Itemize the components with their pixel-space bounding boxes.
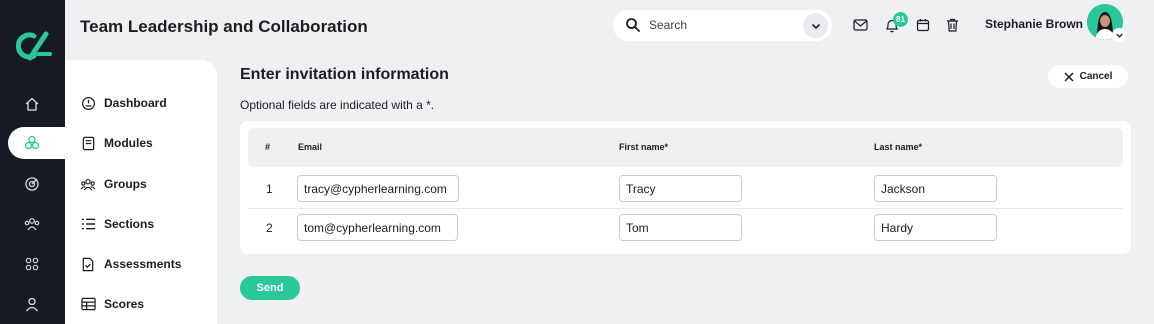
- cancel-button[interactable]: Cancel: [1048, 65, 1128, 88]
- profile-icon[interactable]: [20, 292, 44, 316]
- subnav-item-sections[interactable]: Sections: [80, 214, 154, 234]
- subnav-item-scores[interactable]: Scores: [80, 294, 144, 314]
- column-header-first-name: First name*: [619, 142, 669, 152]
- list-icon: [80, 216, 96, 232]
- search-icon: [625, 17, 641, 38]
- people-icon[interactable]: [20, 212, 44, 236]
- row-divider: [248, 208, 1123, 209]
- learning-icon[interactable]: [20, 131, 44, 155]
- home-icon[interactable]: [20, 92, 44, 116]
- left-rail: [0, 0, 65, 324]
- row-number: 2: [266, 221, 273, 235]
- mail-icon[interactable]: [852, 17, 868, 33]
- last-name-field[interactable]: [874, 214, 997, 241]
- email-field[interactable]: [297, 175, 459, 202]
- subnav-item-assessments[interactable]: Assessments: [80, 254, 181, 274]
- page-title: Team Leadership and Collaboration: [80, 17, 368, 36]
- dashboard-icon: [80, 95, 96, 111]
- chevron-down-icon: [1115, 33, 1123, 38]
- calendar-icon[interactable]: [915, 17, 931, 33]
- row-number: 1: [266, 182, 273, 196]
- close-icon: [1064, 71, 1074, 82]
- subnav-item-modules[interactable]: Modules: [80, 133, 153, 153]
- search-input[interactable]: Search: [649, 18, 687, 32]
- subnav-item-dashboard[interactable]: Dashboard: [80, 93, 167, 113]
- book-icon: [80, 135, 96, 151]
- last-name-field[interactable]: [874, 175, 997, 202]
- email-field[interactable]: [297, 214, 458, 241]
- notification-badge: 81: [893, 12, 908, 27]
- table-header: # Email First name* Last name*: [248, 128, 1123, 167]
- form-title: Enter invitation information: [240, 66, 449, 83]
- avatar-menu-chevron[interactable]: [1112, 28, 1126, 42]
- first-name-field[interactable]: [619, 214, 742, 241]
- subnav-item-groups[interactable]: Groups: [80, 174, 147, 194]
- column-header-last-name: Last name*: [874, 142, 923, 152]
- column-header-number: #: [265, 142, 271, 152]
- course-subnav: Dashboard Modules Groups Sections Assess…: [65, 60, 217, 324]
- target-icon[interactable]: [20, 172, 44, 196]
- brand-logo[interactable]: [12, 30, 52, 62]
- search-scope-dropdown[interactable]: [803, 13, 828, 38]
- column-header-email: Email: [298, 142, 323, 152]
- trash-icon[interactable]: [944, 17, 960, 33]
- groups-icon: [80, 176, 96, 192]
- search-bar[interactable]: Search: [613, 10, 832, 41]
- table-icon: [80, 296, 96, 312]
- apps-grid-icon[interactable]: [20, 252, 44, 276]
- optional-fields-note: Optional fields are indicated with a *.: [240, 98, 435, 112]
- assessment-icon: [80, 256, 96, 272]
- first-name-field[interactable]: [619, 175, 742, 202]
- user-name[interactable]: Stephanie Brown: [985, 17, 1083, 31]
- chevron-down-icon: [811, 23, 820, 29]
- send-button[interactable]: Send: [240, 276, 300, 300]
- invite-table: # Email First name* Last name* 1 2: [240, 121, 1131, 254]
